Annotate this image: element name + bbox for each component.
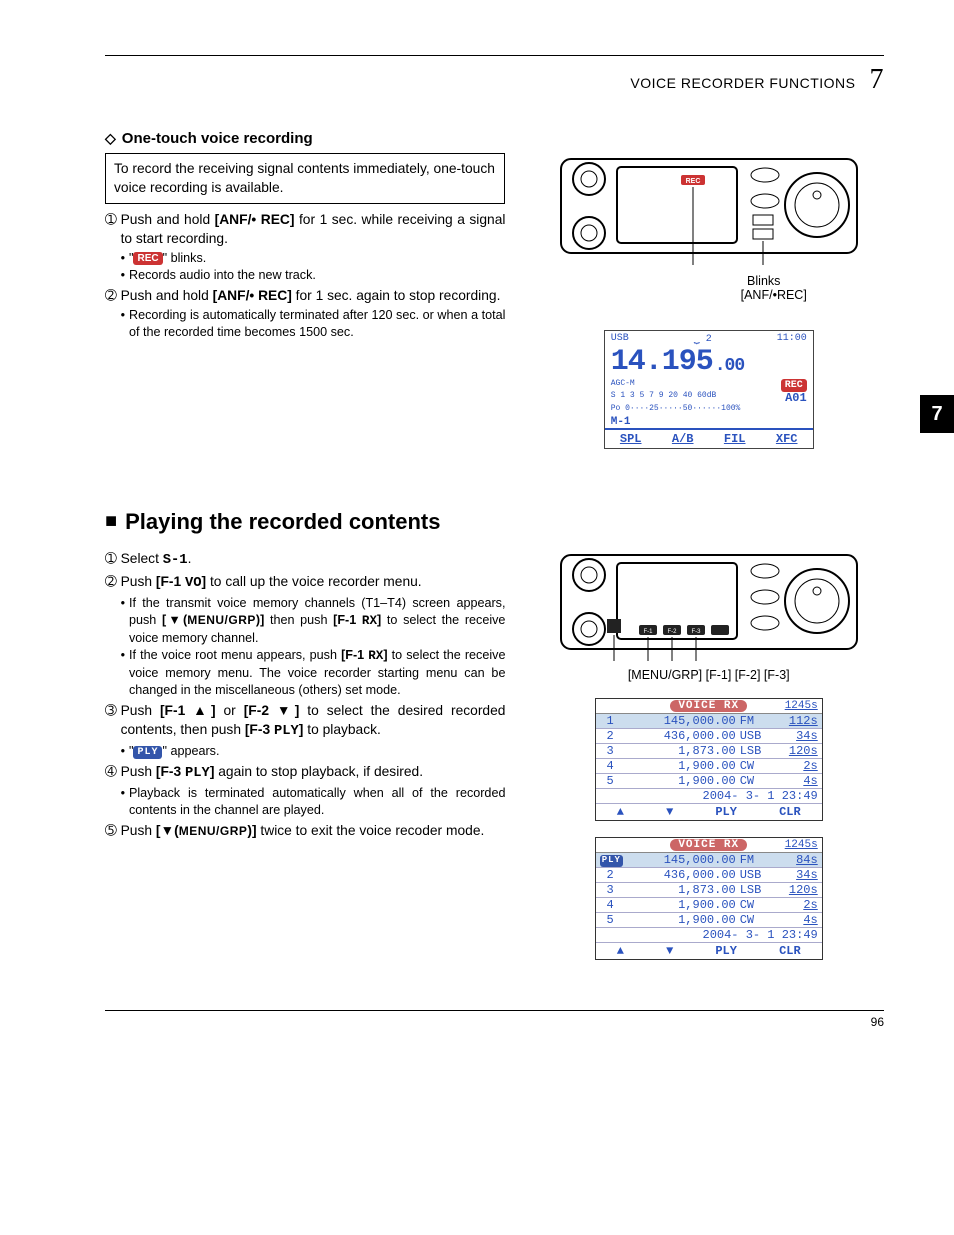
svg-text:F-2: F-2 <box>667 629 677 635</box>
heading-playing: Playing the recorded contents <box>105 509 884 535</box>
section-title: VOICE RECORDER FUNCTIONS <box>630 75 855 91</box>
rec-badge-icon: REC <box>133 252 162 265</box>
intro-box: To record the receiving signal contents … <box>105 153 505 204</box>
lcd-panel: USB ⏟ 2 11:00 14.195.00 AGC-M REC S 1 3 … <box>604 330 814 449</box>
caption-anfrec: [ANF/•REC] <box>741 288 807 302</box>
voice-row: 41,900.00CW2s <box>596 898 822 913</box>
step-num: ➄ <box>105 821 117 840</box>
voice-row: 2436,000.00USB34s <box>596 868 822 883</box>
subhead-one-touch: One-touch voice recording <box>105 130 884 147</box>
radio-front-panel-illustration-2: F-1 F-2 F-3 <box>559 549 859 664</box>
steps-section1: ➀ Push and hold [ANF/• REC] for 1 sec. w… <box>105 210 505 341</box>
voice-row: 31,873.00LSB120s <box>596 744 822 759</box>
running-header: VOICE RECORDER FUNCTIONS 7 <box>105 64 884 96</box>
voice-rx-table-1: VOICE RX 1245s 1145,000.00FM112s2436,000… <box>595 698 823 821</box>
voice-row: 2436,000.00USB34s <box>596 729 822 744</box>
voice-row: 51,900.00CW4s <box>596 913 822 928</box>
voice-row: 1145,000.00FM112s <box>596 714 822 729</box>
voice-row: PLY 145,000.00 FM 84s <box>596 853 822 868</box>
step-num: ➂ <box>105 701 117 760</box>
chapter-number: 7 <box>870 64 885 96</box>
caption-keys: [MENU/GRP] [F-1] [F-2] [F-3] <box>628 668 790 682</box>
footer-page-number: 96 <box>105 1010 884 1029</box>
step-num: ➃ <box>105 762 117 819</box>
voice-rx-table-2: VOICE RX 1245s PLY 145,000.00 FM 84s 243… <box>595 837 823 960</box>
steps-section2: ➀Select S-1.➁Push [F-1 VO] to call up th… <box>105 549 505 840</box>
lcd-softkeys: SPL A/B FIL XFC <box>605 428 813 448</box>
caption-row-1: Blinks <box>637 274 780 288</box>
svg-text:F-3: F-3 <box>691 629 701 635</box>
top-rule <box>105 55 884 56</box>
svg-text:REC: REC <box>685 178 700 185</box>
voice-row: 51,900.00CW4s <box>596 774 822 789</box>
radio-front-panel-illustration: REC <box>559 153 859 268</box>
thumb-tab: 7 <box>920 395 954 433</box>
step-num: ➁ <box>105 286 117 341</box>
step-num: ➁ <box>105 572 117 699</box>
step-num: ➀ <box>105 210 117 284</box>
voice-row: 41,900.00CW2s <box>596 759 822 774</box>
voice-row: 31,873.00LSB120s <box>596 883 822 898</box>
step-num: ➀ <box>105 549 117 570</box>
svg-text:F-1: F-1 <box>643 629 653 635</box>
